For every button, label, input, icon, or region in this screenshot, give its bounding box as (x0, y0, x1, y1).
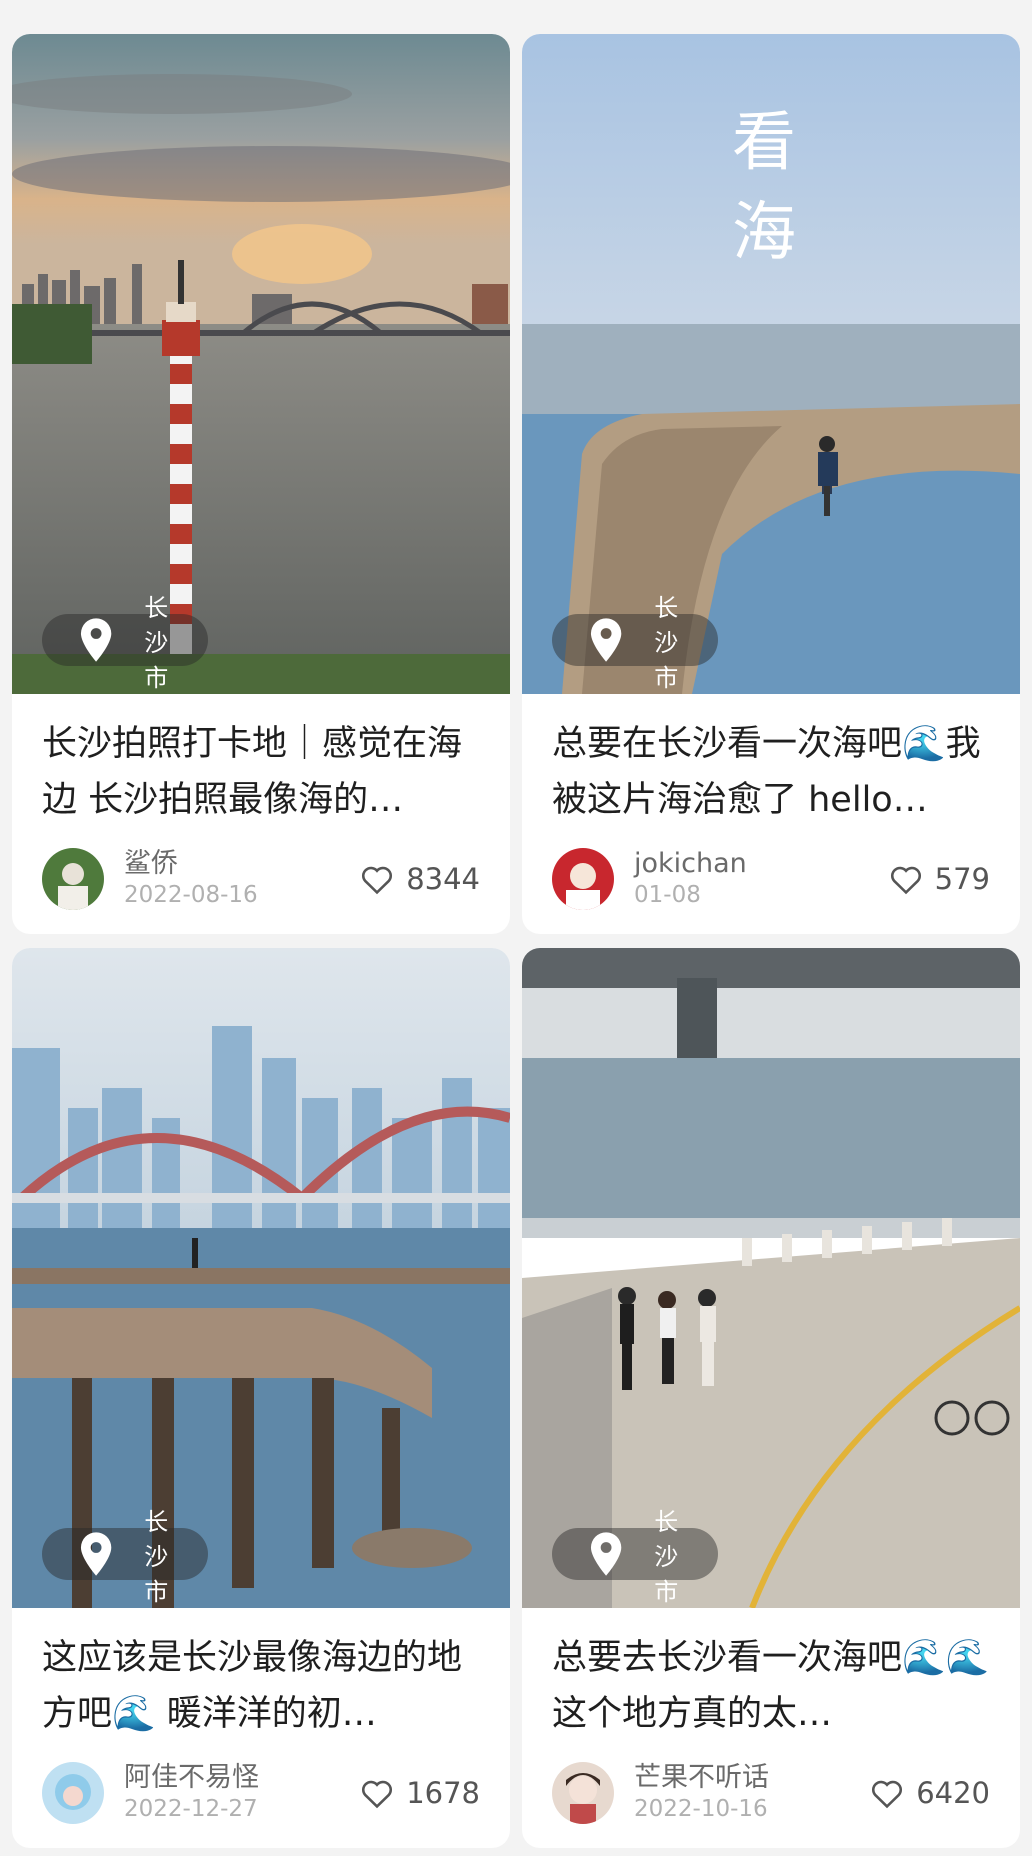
location-pin-icon (80, 1532, 112, 1576)
heart-outline-icon (362, 1780, 393, 1809)
location-tag[interactable]: 长沙市 (42, 594, 208, 692)
location-tag[interactable]: 长沙市 (552, 1508, 718, 1606)
note-meta: 阿佳不易怪 2022-12-27 1678 (42, 1760, 480, 1826)
cover-text-bottom: 海 (732, 196, 796, 270)
like-button[interactable]: 1678 (360, 1776, 480, 1810)
author-name[interactable]: jokichan (634, 848, 747, 880)
location-tag[interactable]: 长沙市 (42, 1508, 208, 1606)
location-pin-icon (590, 618, 622, 662)
avatar[interactable] (552, 1762, 614, 1824)
card-cover-image[interactable]: 看 海 长沙市 (522, 34, 1020, 694)
note-card-1[interactable]: 长沙市 长沙拍照打卡地｜感觉在海边 长沙拍照最像海的… 鲨侨 2022-08-1… (12, 34, 510, 934)
location-pin-icon (590, 1532, 622, 1576)
author-name[interactable]: 芒果不听话 (634, 1762, 769, 1794)
like-button[interactable]: 8344 (360, 862, 480, 896)
post-date: 2022-08-16 (124, 882, 258, 908)
author-name[interactable]: 鲨侨 (124, 848, 258, 880)
note-title[interactable]: 这应该是长沙最像海边的地方吧🌊 暖洋洋的初… (42, 1630, 480, 1742)
like-count: 579 (934, 862, 990, 896)
heart-outline-icon (872, 1780, 903, 1809)
note-title[interactable]: 长沙拍照打卡地｜感觉在海边 长沙拍照最像海的… (42, 716, 480, 828)
avatar[interactable] (42, 848, 104, 910)
note-meta: 鲨侨 2022-08-16 8344 (42, 846, 480, 912)
note-title[interactable]: 总要去长沙看一次海吧🌊🌊 这个地方真的太… (552, 1630, 990, 1742)
note-meta: 芒果不听话 2022-10-16 6420 (552, 1760, 990, 1826)
like-count: 8344 (406, 862, 480, 896)
post-date: 2022-10-16 (634, 1796, 768, 1822)
note-title[interactable]: 总要在长沙看一次海吧🌊我被这片海治愈了 hello… (552, 716, 990, 828)
location-label: 长沙市 (144, 1507, 169, 1606)
note-card-4[interactable]: 长沙市 总要去长沙看一次海吧🌊🌊 这个地方真的太… 芒果不听话 2022-10-… (522, 948, 1020, 1848)
note-card-2[interactable]: 看 海 长沙市 总要在长沙看一次海吧🌊我被这片海治愈了 hello… jokic… (522, 34, 1020, 934)
cover-text-top: 看 (732, 106, 796, 180)
like-button[interactable]: 579 (889, 862, 990, 896)
card-cover-image[interactable]: 长沙市 (522, 948, 1020, 1608)
location-label: 长沙市 (654, 593, 679, 692)
heart-outline-icon (890, 866, 921, 895)
author-name[interactable]: 阿佳不易怪 (124, 1762, 259, 1794)
note-meta: jokichan 01-08 579 (552, 846, 990, 912)
post-date: 01-08 (634, 882, 701, 908)
location-tag[interactable]: 长沙市 (552, 594, 718, 692)
note-card-3[interactable]: 长沙市 这应该是长沙最像海边的地方吧🌊 暖洋洋的初… 阿佳不易怪 2022-12… (12, 948, 510, 1848)
post-date: 2022-12-27 (124, 1796, 258, 1822)
feed-grid: 长沙市 长沙拍照打卡地｜感觉在海边 长沙拍照最像海的… 鲨侨 2022-08-1… (0, 0, 1032, 1856)
location-pin-icon (80, 618, 112, 662)
avatar[interactable] (42, 1762, 104, 1824)
card-cover-image[interactable]: 长沙市 (12, 34, 510, 694)
heart-outline-icon (362, 866, 393, 895)
like-count: 6420 (916, 1776, 990, 1810)
avatar[interactable] (552, 848, 614, 910)
location-label: 长沙市 (144, 593, 169, 692)
card-cover-image[interactable]: 长沙市 (12, 948, 510, 1608)
like-button[interactable]: 6420 (870, 1776, 990, 1810)
like-count: 1678 (406, 1776, 480, 1810)
location-label: 长沙市 (654, 1507, 679, 1606)
